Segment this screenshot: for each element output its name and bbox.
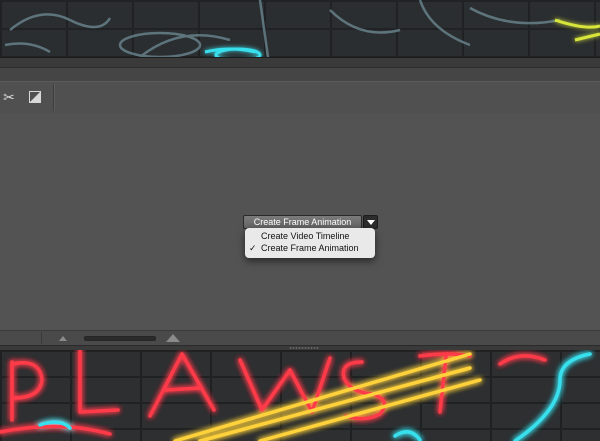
zoom-in-icon[interactable] xyxy=(166,334,180,342)
menu-item-label: Create Frame Animation xyxy=(261,243,359,253)
footer-divider xyxy=(41,332,42,344)
resize-grip-icon xyxy=(289,347,319,349)
checkmark-icon: ✓ xyxy=(249,243,257,253)
canvas-artwork-bottom[interactable] xyxy=(0,350,600,441)
scissors-icon[interactable]: ✂ xyxy=(1,89,17,105)
create-mode-menu: Create Video Timeline ✓ Create Frame Ani… xyxy=(245,228,375,258)
create-frame-animation-button[interactable]: Create Frame Animation xyxy=(243,215,362,229)
panel-header xyxy=(0,67,600,82)
neon-artwork-bottom xyxy=(0,350,592,441)
canvas-artwork-top[interactable] xyxy=(0,0,600,57)
zoom-slider[interactable] xyxy=(84,336,156,341)
menu-item-label: Create Video Timeline xyxy=(261,231,350,241)
menu-item-create-video-timeline[interactable]: Create Video Timeline xyxy=(245,230,375,242)
zoom-out-icon[interactable] xyxy=(59,336,67,341)
create-mode-dropdown-arrow[interactable] xyxy=(363,215,378,229)
timeline-footer-bar xyxy=(0,330,600,345)
photoshop-workspace: ✂ Create Frame Animation Create Video Ti… xyxy=(0,0,600,441)
neon-artwork-top xyxy=(4,0,600,57)
timeline-toolbar: ✂ xyxy=(0,81,600,114)
transition-icon[interactable] xyxy=(27,89,43,105)
toolbar-divider xyxy=(53,84,54,111)
menu-item-create-frame-animation[interactable]: ✓ Create Frame Animation xyxy=(245,242,375,254)
